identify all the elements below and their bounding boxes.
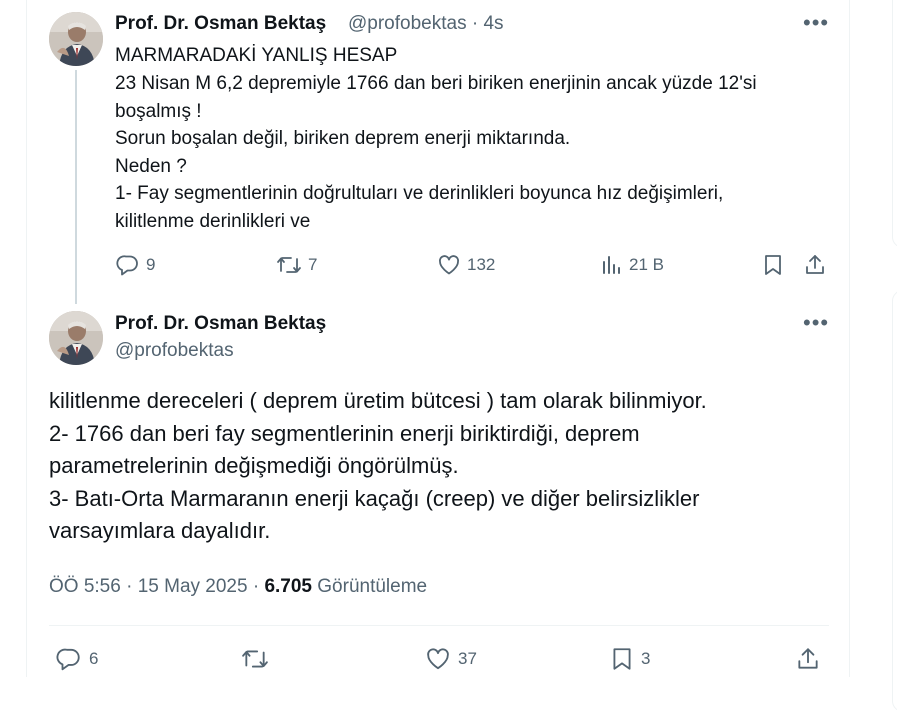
author-name[interactable]: Prof. Dr. Osman Bektaş [115,13,326,35]
more-dots-icon[interactable]: ••• [803,12,829,34]
author-name[interactable]: Prof. Dr. Osman Bektaş [115,313,326,335]
reply-button[interactable]: 9 [116,253,155,277]
author-handle-time[interactable]: @profobektas · 4s [348,13,504,35]
tweet-text-line: Sorun boşalan değil, biriken deprem ener… [115,128,571,149]
tweet-text-line: Neden ? [115,156,187,177]
tweet-text-line: 3- Batı-Orta Marmaranın enerji kaçağı (c… [49,486,700,511]
sidebar-card [892,0,897,248]
tweet-meta: ÖÖ 5:56 · 15 May 2025 · 6.705 Görüntülem… [49,576,427,598]
views-icon [603,256,620,274]
tweet-text-line: 2- 1766 dan beri fay segmentlerinin ener… [49,421,640,446]
share-icon [806,255,824,274]
reply-count: 6 [89,649,99,668]
tweet-text-line: 23 Nisan M 6,2 depremiyle 1766 dan beri … [115,73,757,94]
like-count: 37 [458,649,477,668]
tweet-text-line: 1- Fay segmentlerinin doğrultuları ve de… [115,183,724,204]
heart-icon [438,255,460,275]
like-button[interactable]: 37 [424,646,477,672]
tweet-timestamp[interactable]: ÖÖ 5:56 · 15 May 2025 · [49,576,264,597]
reply-icon [56,648,80,671]
reply-icon [116,255,138,276]
author-handle[interactable]: @profobektas [115,340,234,362]
retweet-button[interactable]: 7 [276,253,317,277]
avatar[interactable] [49,12,103,66]
bookmark-count: 3 [641,649,651,668]
retweet-icon [277,257,301,273]
tweet-text-line: kilitlenme derinlikleri ve [115,211,311,232]
tweet-text-line: kilitlenme dereceleri ( deprem üretim bü… [49,388,707,413]
timeline-right-border [849,0,850,677]
retweet-count: 7 [308,255,318,274]
timeline-left-border [26,0,27,677]
bookmark-button[interactable] [762,253,784,277]
tweet-text-line: MARMARADAKİ YANLIŞ HESAP [115,45,398,66]
sidebar-card [892,290,897,712]
share-button[interactable] [803,253,827,277]
retweet-icon [242,650,268,668]
share-button[interactable] [794,646,822,672]
views-count: 21 B [629,255,664,274]
views-label: Görüntüleme [312,576,428,597]
reply-button[interactable]: 6 [55,646,98,672]
avatar[interactable] [49,311,103,365]
thread-line [75,70,77,304]
views-button[interactable]: 21 B [601,253,664,277]
bookmark-icon [765,255,781,275]
retweet-button[interactable] [240,646,270,672]
more-dots-icon[interactable]: ••• [803,312,829,334]
tweet-text-line: parametrelerinin değişmediği öngörülmüş. [49,453,459,478]
views-count: 6.705 [264,576,312,597]
bookmark-icon [613,648,631,670]
reply-count: 9 [146,255,156,274]
divider [49,625,829,626]
tweet-text-line: varsayımlara dayalıdır. [49,518,271,543]
like-button[interactable]: 132 [437,253,495,277]
share-icon [798,648,818,669]
like-count: 132 [467,255,496,274]
heart-icon [427,648,449,670]
bookmark-button[interactable]: 3 [609,646,650,672]
tweet-text-line: boşalmış ! [115,101,202,122]
